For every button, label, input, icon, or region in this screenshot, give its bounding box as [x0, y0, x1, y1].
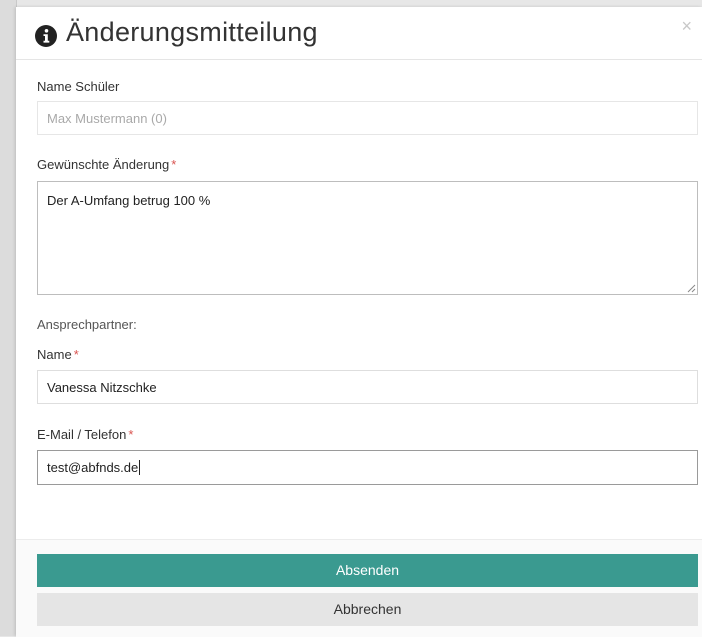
contact-email-phone-label-text: E-Mail / Telefon	[37, 427, 127, 442]
contact-heading: Ansprechpartner:	[37, 317, 137, 332]
contact-email-phone-label: E-Mail / Telefon *	[37, 427, 133, 442]
contact-name-value: Vanessa Nitzschke	[47, 379, 157, 395]
change-notice-dialog: Änderungsmitteilung × Name Schüler Max M…	[16, 7, 702, 637]
student-name-field: Max Mustermann (0)	[37, 101, 698, 135]
requested-change-label: Gewünschte Änderung *	[37, 157, 176, 172]
requested-change-textarea[interactable]: Der A-Umfang betrug 100 %	[37, 181, 698, 295]
dialog-header: Änderungsmitteilung ×	[16, 7, 702, 60]
resize-grip-icon[interactable]	[687, 284, 696, 293]
dialog-title: Änderungsmitteilung	[66, 17, 318, 47]
contact-email-phone-value: test@abfnds.de	[47, 460, 139, 475]
submit-button[interactable]: Absenden	[37, 554, 698, 587]
cancel-button[interactable]: Abbrechen	[37, 593, 698, 626]
student-name-value: Max Mustermann (0)	[47, 110, 167, 126]
close-icon[interactable]: ×	[681, 17, 692, 35]
required-marker: *	[73, 347, 79, 362]
page-backdrop	[0, 0, 17, 636]
text-cursor	[139, 460, 141, 475]
student-name-label-text: Name Schüler	[37, 79, 120, 94]
contact-name-input[interactable]: Vanessa Nitzschke	[37, 370, 698, 404]
contact-name-label-text: Name	[37, 347, 72, 362]
contact-name-label: Name *	[37, 347, 79, 362]
dialog-footer: Absenden Abbrechen	[16, 539, 702, 637]
required-marker: *	[128, 427, 134, 442]
requested-change-label-text: Gewünschte Änderung	[37, 157, 170, 172]
contact-email-phone-input[interactable]: test@abfnds.de	[37, 450, 698, 485]
required-marker: *	[171, 157, 177, 172]
info-circle-icon	[34, 24, 58, 48]
student-name-label: Name Schüler	[37, 79, 119, 94]
requested-change-value: Der A-Umfang betrug 100 %	[47, 193, 211, 208]
